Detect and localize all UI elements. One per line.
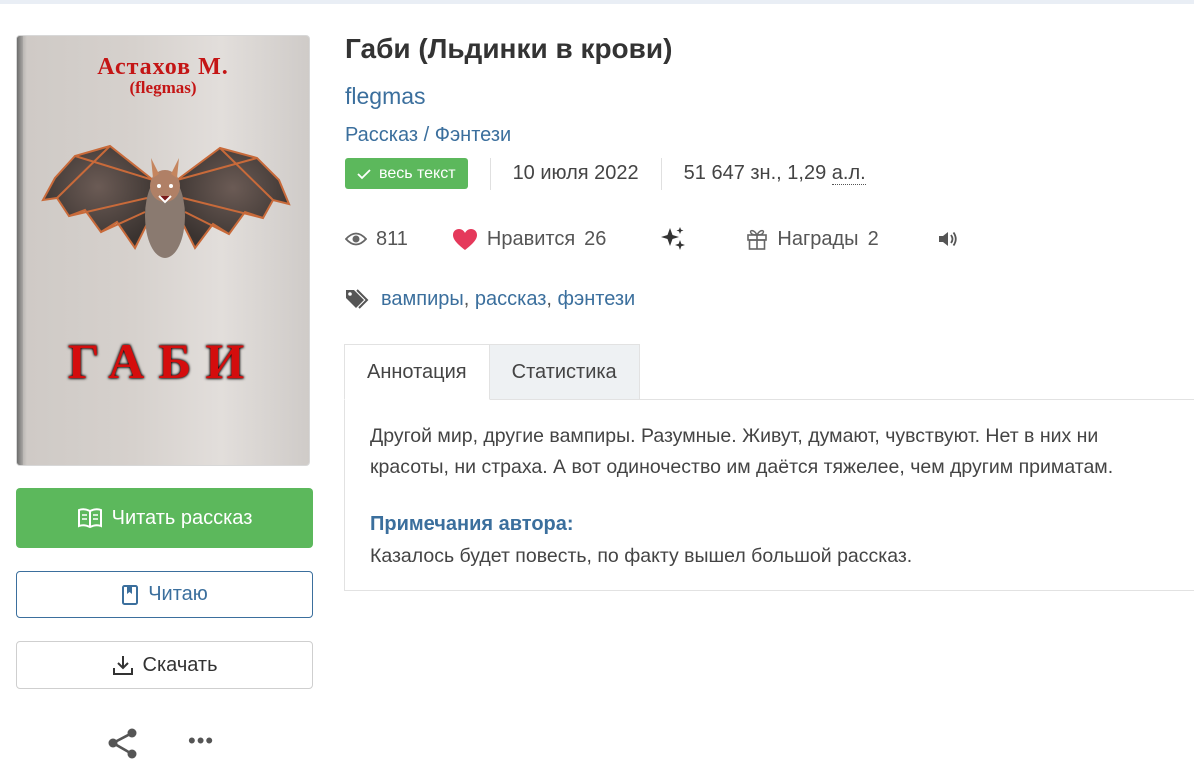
author-notes-text: Казалось будет повесть, по факту вышел б… (370, 545, 913, 567)
page-title: Габи (Льдинки в крови) (345, 33, 673, 64)
likes-label: Нравится (486, 227, 576, 250)
likes-count: 26 (584, 227, 607, 250)
bookmark-book-icon (122, 584, 139, 605)
audio-stat[interactable] (937, 229, 959, 249)
tags-row: вампиры, рассказ, фэнтези (345, 284, 635, 314)
tag-separator: , (463, 287, 470, 310)
genre-separator: / (423, 124, 430, 146)
tags-icon (346, 289, 369, 309)
download-icon (112, 656, 133, 675)
tag-link[interactable]: вампиры (381, 288, 464, 310)
divider (660, 157, 662, 190)
text-size: 51 647 зн., 1,29 а.л. (684, 162, 866, 185)
reading-label: Читаю (148, 583, 208, 605)
likes-stat[interactable]: Нравится 26 (452, 227, 607, 251)
tab-annotation[interactable]: Аннотация (344, 344, 490, 400)
awards-count: 2 (867, 227, 879, 250)
check-icon (357, 168, 371, 179)
open-book-icon (77, 508, 102, 529)
awards-label: Награды (777, 227, 859, 250)
genre-line: Рассказ / Фэнтези (345, 124, 511, 147)
tab-bar: Аннотация Статистика (344, 344, 640, 400)
top-border (0, 0, 1194, 4)
views-stat: 811 (345, 228, 408, 251)
speaker-icon (938, 231, 957, 247)
author-sheets-unit[interactable]: а.л. (831, 162, 866, 185)
cover-author-nick: (flegmas) (129, 78, 197, 97)
tab-statistics[interactable]: Статистика (489, 344, 640, 400)
views-count: 811 (376, 227, 408, 250)
book-cover[interactable]: Астахов М. (flegmas) ГАБИ (16, 35, 310, 466)
download-button[interactable]: Скачать (16, 641, 313, 689)
heart-icon (452, 228, 477, 250)
cover-spine (17, 36, 23, 465)
more-options-icon[interactable]: ••• (188, 730, 214, 752)
status-badge-label: весь текст (379, 164, 456, 182)
tag-link[interactable]: фэнтези (558, 288, 636, 310)
status-badge: весь текст (345, 158, 468, 189)
reading-button[interactable]: Читаю (16, 571, 313, 618)
stats-row: 811 Нравится 26 Награды 2 (345, 222, 959, 256)
gift-icon (747, 229, 768, 250)
sparkles-icon (661, 227, 686, 250)
share-icon[interactable] (106, 726, 140, 760)
author-notes-title: Примечания автора: (370, 513, 574, 535)
tag-link[interactable]: рассказ (475, 288, 547, 310)
read-story-button[interactable]: Читать рассказ (16, 488, 313, 548)
text-size-value: 51 647 зн., 1,29 (683, 162, 827, 184)
cover-title: ГАБИ (67, 333, 259, 389)
eye-icon (345, 232, 367, 246)
form-link[interactable]: Рассказ (345, 124, 418, 146)
author-link[interactable]: flegmas (345, 83, 426, 110)
meta-row: весь текст 10 июля 2022 51 647 зн., 1,29… (345, 157, 866, 190)
bat-illustration (41, 144, 291, 258)
annotation-text: Другой мир, другие вампиры. Разумные. Жи… (370, 425, 1114, 478)
tag-separator: , (546, 287, 552, 310)
genre-link[interactable]: Фэнтези (435, 124, 511, 146)
read-story-label: Читать рассказ (111, 506, 253, 529)
download-label: Скачать (142, 653, 218, 676)
publish-date: 10 июля 2022 (512, 162, 639, 184)
annotation-panel: Другой мир, другие вампиры. Разумные. Жи… (344, 399, 1194, 591)
sparkles-stat[interactable] (660, 226, 686, 252)
cover-author: Астахов М. (97, 54, 229, 80)
tags-list: вампиры, рассказ, фэнтези (381, 288, 635, 311)
awards-stat[interactable]: Награды 2 (746, 227, 879, 251)
divider (489, 157, 491, 190)
